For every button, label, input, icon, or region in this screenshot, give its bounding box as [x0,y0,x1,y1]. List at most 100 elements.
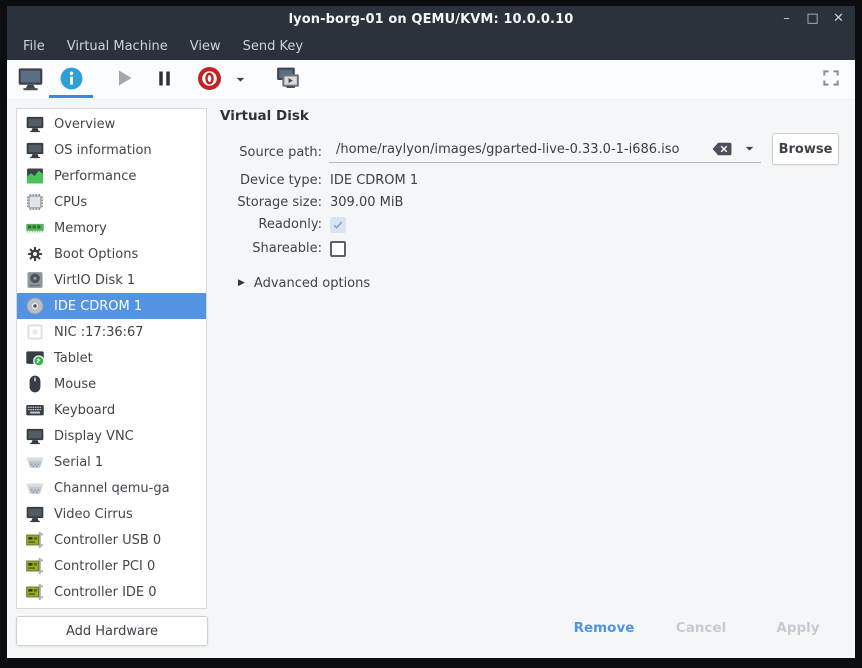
sidebar-item-performance[interactable]: Performance [17,163,206,189]
mouse-icon [24,373,46,395]
cdrom-icon [24,295,46,317]
shutdown-button[interactable] [191,62,227,98]
fullscreen-button[interactable] [819,68,843,92]
sidebar-item-label: Serial 1 [54,455,103,470]
window-controls: –□ ✕ [778,6,847,32]
menu-file[interactable]: File [12,32,56,60]
open-console-icon [274,65,301,96]
keyboard-icon [24,399,46,421]
add-hardware-button[interactable]: Add Hardware [16,616,208,646]
sidebar-item-nic-17-36-67[interactable]: NIC :17:36:67 [17,319,206,345]
sidebar-item-os-information[interactable]: OS information [17,137,206,163]
monitor-icon [24,113,46,135]
sidebar-item-display-vnc[interactable]: Display VNC [17,423,206,449]
sidebar-item-label: OS information [54,143,152,158]
browse-label: Browse [779,142,833,157]
serial-icon [24,451,46,473]
menubar: FileVirtual MachineViewSend Key [7,32,855,60]
sidebar-item-label: Video Cirrus [54,507,133,522]
console-button[interactable] [268,62,306,98]
remove-button[interactable]: Remove [559,620,649,636]
chevron-down-icon[interactable] [743,142,756,159]
sidebar-item-ide-cdrom-1[interactable]: IDE CDROM 1 [17,293,206,319]
pause-button[interactable] [146,62,182,98]
content-area: Overview OS information Performance CPUs Mem… [7,100,855,658]
sidebar-item-label: NIC :17:36:67 [54,325,144,340]
source-path-label: Source path: [212,145,322,161]
maximize-button[interactable]: □ [804,10,821,28]
page-title: Virtual Disk [220,108,309,124]
monitor-icon [24,503,46,525]
menu-virtual-machine[interactable]: Virtual Machine [56,32,179,60]
sidebar-item-label: VirtIO Disk 1 [54,273,135,288]
sidebar-item-label: Performance [54,169,136,184]
check-icon [332,216,344,235]
pause-icon [154,68,175,93]
cancel-button[interactable]: Cancel [656,620,746,636]
sidebar-item-keyboard[interactable]: Keyboard [17,397,206,423]
shareable-checkbox[interactable] [330,241,346,257]
sidebar-item-tablet[interactable]: Tablet [17,345,206,371]
pci-card-icon [24,607,46,609]
fullscreen-icon [821,68,841,92]
vm-details-button[interactable] [49,62,93,98]
menu-send-key[interactable]: Send Key [232,32,314,60]
sidebar-item-label: Controller IDE 0 [54,585,157,600]
performance-icon [24,165,46,187]
sidebar-item-cpus[interactable]: CPUs [17,189,206,215]
info-icon [59,66,84,95]
sidebar-item-virtio-disk-1[interactable]: VirtIO Disk 1 [17,267,206,293]
sidebar-item-label: Boot Options [54,247,138,262]
source-path-input[interactable]: /home/raylyon/images/gparted-live-0.33.0… [329,136,761,163]
sidebar-item-label: Controller PCI 0 [54,559,155,574]
sidebar-item-label: Display VNC [54,429,134,444]
device-type-value: IDE CDROM 1 [330,173,418,189]
hardware-list: Overview OS information Performance CPUs Mem… [16,108,207,609]
titlebar: lyon-borg-01 on QEMU/KVM: 10.0.0.10 –□ ✕ [7,6,855,32]
sidebar-item-mouse[interactable]: Mouse [17,371,206,397]
chevron-down-icon [234,71,247,90]
sidebar-item-controller-pci-0[interactable]: Controller PCI 0 [17,553,206,579]
toolbar [7,60,855,100]
browse-button[interactable]: Browse [772,133,839,165]
virt-manager-window: lyon-borg-01 on QEMU/KVM: 10.0.0.10 –□✕ … [7,6,855,658]
tablet-icon [24,347,46,369]
close-button[interactable]: ✕ [830,10,847,28]
minimize-button[interactable]: – [778,10,795,28]
advanced-options-expander[interactable]: ▶ Advanced options [238,276,370,291]
sidebar-item-video-cirrus[interactable]: Video Cirrus [17,501,206,527]
window-title: lyon-borg-01 on QEMU/KVM: 10.0.0.10 [289,12,574,27]
device-type-label: Device type: [212,173,322,189]
run-button[interactable] [106,62,142,98]
memory-icon [24,217,46,239]
sidebar-item-serial-1[interactable]: Serial 1 [17,449,206,475]
clear-icon[interactable] [711,141,733,157]
window-frame: lyon-borg-01 on QEMU/KVM: 10.0.0.10 –□✕ … [0,0,862,668]
apply-button[interactable]: Apply [753,620,843,636]
console-monitor-icon [17,65,44,96]
sidebar-item-item[interactable] [17,605,206,609]
menu-view[interactable]: View [179,32,232,60]
shutdown-menu-button[interactable] [228,62,252,98]
pci-card-icon [24,581,46,603]
nic-icon [24,321,46,343]
advanced-options-label: Advanced options [254,276,370,291]
sidebar-item-controller-usb-0[interactable]: Controller USB 0 [17,527,206,553]
pci-card-icon [24,555,46,577]
pci-card-icon [24,529,46,551]
sidebar-item-boot-options[interactable]: Boot Options [17,241,206,267]
storage-size-label: Storage size: [212,195,322,211]
sidebar-item-label: Mouse [54,377,96,392]
play-icon [112,66,136,94]
sidebar-item-label: Memory [54,221,107,236]
sidebar-item-label: Tablet [54,351,93,366]
sidebar-item-label: Controller USB 0 [54,533,161,548]
expander-arrow-icon: ▶ [238,279,245,288]
sidebar-item-channel-qemu-ga[interactable]: Channel qemu-ga [17,475,206,501]
sidebar-item-overview[interactable]: Overview [17,111,206,137]
sidebar-item-label: Overview [54,117,115,132]
vm-display-button[interactable] [12,62,48,98]
sidebar-item-controller-ide-0[interactable]: Controller IDE 0 [17,579,206,605]
sidebar-item-memory[interactable]: Memory [17,215,206,241]
readonly-checkbox [330,217,346,233]
